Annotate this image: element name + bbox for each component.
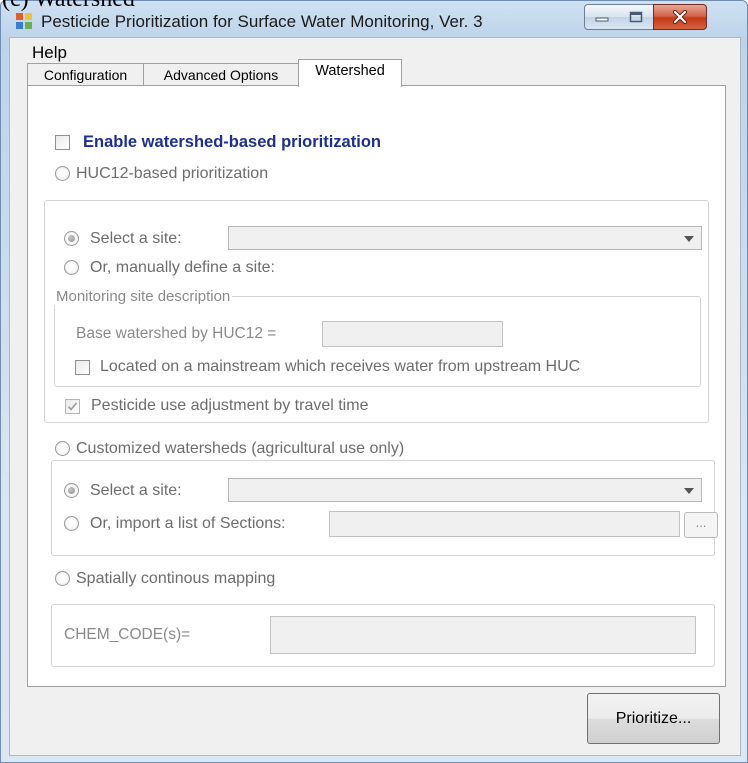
custom-watershed-radio[interactable] [55,441,70,456]
custom-group: Select a site: Or, import a list of Sect… [51,460,718,556]
enable-watershed-checkbox[interactable] [55,135,70,150]
huc12-manual-label: Or, manually define a site: [90,259,275,276]
import-sections-input[interactable] [329,511,680,537]
maximize-icon [629,11,643,23]
monitoring-site-group: Base watershed by HUC12 = Located on a m… [54,296,701,387]
app-window: Pesticide Prioritization for Surface Wat… [0,0,748,763]
maximize-button[interactable] [619,4,654,30]
custom-select-site-radio[interactable] [64,483,79,498]
huc12-select-site-label: Select a site: [90,230,182,247]
close-icon [673,10,687,24]
app-icon [16,13,32,29]
minimize-button[interactable] [584,4,620,30]
tab-advanced-options[interactable]: Advanced Options [143,63,299,86]
import-sections-label: Or, import a list of Sections: [90,515,286,532]
travel-time-checkbox[interactable] [65,399,80,414]
base-watershed-label: Base watershed by HUC12 = [76,325,277,342]
chevron-down-icon [684,236,694,242]
huc12-radio[interactable] [55,166,70,181]
custom-select-site-label: Select a site: [90,482,182,499]
spatial-group: CHEM_CODE(s)= [51,604,715,667]
chem-code-label: CHEM_CODE(s)= [64,626,191,643]
figure-caption: (c) Watershed [2,0,135,13]
enable-watershed-label: Enable watershed-based prioritization [83,133,381,151]
tab-configuration[interactable]: Configuration [27,63,144,86]
menu-help[interactable]: Help [32,43,67,63]
window-title: Pesticide Prioritization for Surface Wat… [41,12,483,31]
checkmark-icon [67,402,78,411]
huc12-group: Select a site: Or, manually define a sit… [44,200,709,423]
monitoring-site-legend: Monitoring site description [54,288,233,305]
huc12-site-dropdown[interactable] [228,226,702,250]
huc12-select-site-radio[interactable] [64,231,79,246]
huc12-manual-radio[interactable] [64,260,79,275]
tab-watershed[interactable]: Watershed [298,59,402,87]
custom-watershed-label: Customized watersheds (agricultural use … [76,440,405,457]
travel-time-label: Pesticide use adjustment by travel time [91,397,369,414]
spatial-mapping-label: Spatially continous mapping [76,570,276,587]
import-sections-radio[interactable] [64,516,79,531]
base-watershed-input[interactable] [322,321,503,347]
minimize-icon [595,17,609,22]
close-button[interactable] [653,4,707,30]
mainstream-label: Located on a mainstream which receives w… [100,358,581,375]
huc12-label: HUC12-based prioritization [76,165,269,182]
prioritize-button[interactable]: Prioritize... [587,693,720,744]
browse-button[interactable]: ... [684,512,718,538]
watershed-panel: Enable watershed-based prioritization HU… [27,85,726,687]
chem-code-input[interactable] [270,616,696,654]
spatial-mapping-radio[interactable] [55,571,70,586]
custom-site-dropdown[interactable] [228,478,702,502]
mainstream-checkbox[interactable] [75,360,90,375]
chevron-down-icon [684,488,694,494]
